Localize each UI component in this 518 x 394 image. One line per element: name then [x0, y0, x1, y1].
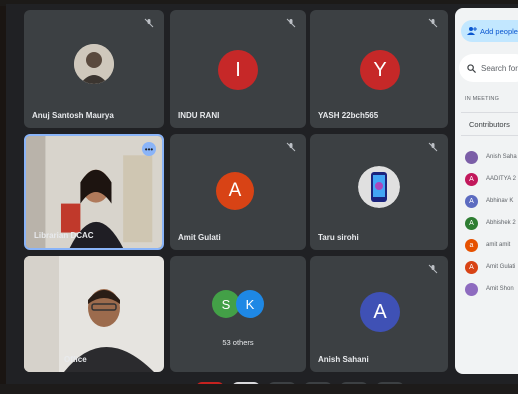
- participant-name: Anish Sahani: [318, 355, 369, 364]
- profile-photo-avatar: [358, 166, 400, 208]
- search-people-input[interactable]: Search for p: [459, 54, 518, 82]
- participant-avatar: I: [218, 50, 258, 90]
- participant-list: Anish Saha A AADITYA 2 A Abhinav K A Abhishek …: [465, 146, 517, 300]
- participant-list-avatar: [465, 282, 478, 296]
- participant-list-name: AADITYA 2: [486, 176, 516, 182]
- others-tile[interactable]: S K 53 others: [170, 256, 306, 372]
- participant-list-item[interactable]: A Abhinav K: [465, 190, 517, 212]
- participant-name: Taru sirohi: [318, 233, 359, 242]
- participant-name: Anuj Santosh Maurya: [32, 111, 114, 120]
- contributors-label: Contributors: [469, 119, 510, 129]
- mic-off-icon: [286, 142, 296, 152]
- people-panel: Add people Search for p IN MEETING Contr…: [455, 8, 518, 374]
- participant-name: Office: [64, 355, 87, 364]
- add-people-button[interactable]: Add people: [461, 20, 518, 42]
- mic-off-icon: [428, 142, 438, 152]
- monitor-bezel-bottom: [0, 384, 518, 394]
- participant-list-name: amit amit: [486, 242, 511, 248]
- mic-off-icon: [428, 18, 438, 28]
- participant-tile-amit[interactable]: A Amit Gulati: [170, 134, 306, 250]
- participant-list-item[interactable]: A AADITYA 2: [465, 168, 517, 190]
- meet-screen: Anuj Santosh Maurya I INDU RANI Y YASH 2…: [6, 4, 518, 390]
- person-add-icon: [467, 27, 477, 35]
- more-vert-icon[interactable]: •••: [142, 142, 156, 156]
- participant-list-name: Anish Saha: [486, 154, 517, 160]
- profile-photo-avatar: [74, 44, 114, 84]
- participant-name: Librarian DCAC: [34, 231, 94, 240]
- mic-off-icon: [286, 18, 296, 28]
- participant-name: Amit Gulati: [178, 233, 221, 242]
- participant-list-item[interactable]: a amit amit: [465, 234, 517, 256]
- participant-list-avatar: A: [465, 216, 478, 230]
- participant-list-name: Amit Shon: [486, 286, 514, 292]
- search-placeholder: Search for p: [481, 63, 518, 73]
- add-people-label: Add people: [480, 26, 518, 36]
- mic-off-icon: [144, 18, 154, 28]
- participant-list-avatar: a: [465, 238, 478, 252]
- participant-avatar: Y: [360, 50, 400, 90]
- participant-list-item[interactable]: A Abhishek 2: [465, 212, 517, 234]
- participant-tile-librarian[interactable]: ••• Librarian DCAC: [24, 134, 164, 250]
- participant-tile-anish[interactable]: A Anish Sahani: [310, 256, 448, 372]
- participant-name: YASH 22bch565: [318, 111, 379, 120]
- video-feed-office: [24, 256, 164, 372]
- participant-list-avatar: A: [465, 194, 478, 208]
- participant-list-avatar: A: [465, 172, 478, 186]
- others-count: 53 others: [222, 338, 254, 347]
- participant-list-avatar: [465, 150, 478, 164]
- participant-list-item[interactable]: Amit Shon: [465, 278, 517, 300]
- participant-tile-taru[interactable]: Taru sirohi: [310, 134, 448, 250]
- participant-list-name: Abhinav K: [486, 198, 514, 204]
- participant-list-item[interactable]: A Amit Gulati: [465, 256, 517, 278]
- participant-avatar: A: [216, 172, 254, 210]
- participant-list-avatar: A: [465, 260, 478, 274]
- participant-tile-indu[interactable]: I INDU RANI: [170, 10, 306, 128]
- in-meeting-heading: IN MEETING: [465, 96, 500, 102]
- participant-tile-yash[interactable]: Y YASH 22bch565: [310, 10, 448, 128]
- participant-tile-anuj[interactable]: Anuj Santosh Maurya: [24, 10, 164, 128]
- contributors-section[interactable]: Contributors: [461, 112, 518, 136]
- participant-avatar: A: [360, 292, 400, 332]
- person-photo-icon: [74, 44, 114, 84]
- participant-tile-office[interactable]: Office: [24, 256, 164, 372]
- search-icon: [467, 63, 476, 73]
- mic-off-icon: [428, 264, 438, 274]
- others-avatar-2: K: [236, 290, 264, 318]
- participant-list-item[interactable]: Anish Saha: [465, 146, 517, 168]
- phone-photo-icon: [358, 166, 400, 208]
- participant-list-name: Abhishek 2: [486, 220, 516, 226]
- participant-list-name: Amit Gulati: [486, 264, 516, 270]
- participant-name: INDU RANI: [178, 111, 220, 120]
